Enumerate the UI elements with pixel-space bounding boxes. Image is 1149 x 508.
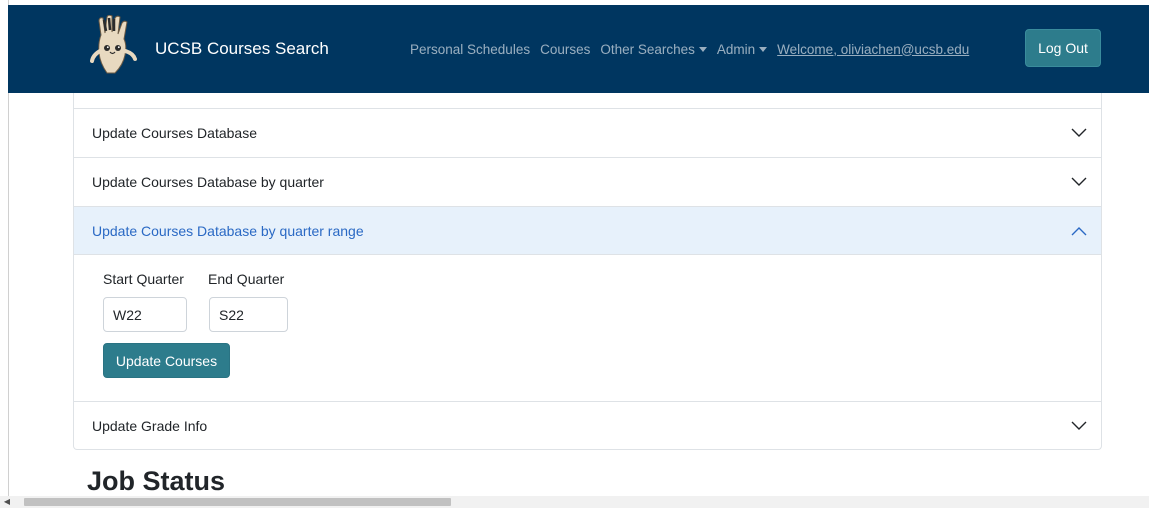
nav-admin-label: Admin [716,41,756,57]
nav-personal-schedules[interactable]: Personal Schedules [410,42,530,57]
start-quarter-input[interactable] [103,297,187,332]
end-quarter-label: End Quarter [208,271,285,287]
accordion-header-label: Update Courses Database by quarter [92,174,324,190]
accordion-header-label: Update Courses Database by quarter range [92,223,364,239]
accordion-previous-item-bottom [74,93,1101,109]
chevron-up-icon [1071,227,1087,236]
nav-admin-dropdown[interactable]: Admin [716,41,768,57]
start-quarter-label: Start Quarter [103,271,184,287]
nav-other-searches-label: Other Searches [600,41,695,57]
nav-courses[interactable]: Courses [540,42,590,57]
end-quarter-input[interactable] [209,297,288,332]
brand-title[interactable]: UCSB Courses Search [155,5,329,93]
page: UCSB Courses Search Personal Schedules C… [0,0,1149,508]
admin-update-accordion: Update Courses Database Update Courses D… [73,93,1102,450]
chevron-down-icon [1071,177,1087,186]
accordion-header-update-courses-by-quarter-range[interactable]: Update Courses Database by quarter range [74,207,1101,255]
nav-links: Personal Schedules Courses Other Searche… [410,5,969,93]
accordion-item-update-courses: Update Courses Database [74,109,1101,158]
caret-down-icon [698,46,707,52]
accordion-header-label: Update Courses Database [92,125,257,141]
logout-button[interactable]: Log Out [1025,29,1101,67]
scroll-left-arrow-icon[interactable]: ◀ [2,498,12,506]
quarter-range-labels: Start Quarter End Quarter [103,271,1101,287]
accordion-header-update-courses-by-quarter[interactable]: Update Courses Database by quarter [74,158,1101,206]
scrollbar-thumb[interactable] [24,498,451,506]
chevron-down-icon [1071,421,1087,430]
storke-tower-logo-icon[interactable] [87,15,143,75]
accordion-item-update-courses-by-quarter-range: Update Courses Database by quarter range… [74,207,1101,402]
caret-down-icon [759,46,768,52]
welcome-user-link[interactable]: Welcome, oliviachen@ucsb.edu [777,42,969,57]
quarter-range-form: Start Quarter End Quarter Update Courses [74,255,1101,401]
nav-other-searches-dropdown[interactable]: Other Searches [600,42,707,57]
chevron-down-icon [1071,128,1087,137]
accordion-header-label: Update Grade Info [92,418,208,434]
accordion-header-update-grade-info[interactable]: Update Grade Info [74,402,1101,450]
horizontal-scrollbar[interactable]: ◀ [0,496,1149,508]
accordion-item-update-courses-by-quarter: Update Courses Database by quarter [74,158,1101,207]
accordion-header-update-courses[interactable]: Update Courses Database [74,109,1101,157]
update-courses-button[interactable]: Update Courses [103,343,230,378]
navbar: UCSB Courses Search Personal Schedules C… [8,5,1149,93]
quarter-range-inputs [103,297,1101,332]
job-status-heading: Job Status [87,466,226,496]
accordion-item-update-grade-info: Update Grade Info [74,402,1101,450]
